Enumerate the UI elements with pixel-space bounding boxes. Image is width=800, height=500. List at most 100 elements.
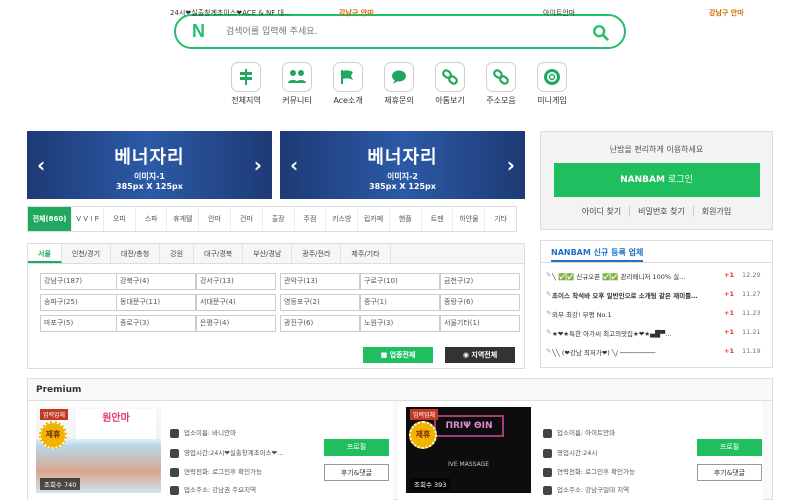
card-hours: 영업시간:24시❤실출창계초이스❤… [170,447,320,458]
quick-menu-addresses[interactable]: 주소모음 [476,62,526,106]
card-title[interactable]: 24시❤실출창계초이스❤ACE & NF 대… [170,8,338,18]
profile-button[interactable]: 프로필 [324,439,389,456]
region-cell[interactable]: 구로구(10) [360,273,440,290]
banner-1[interactable]: ‹ 베너자리 이미지-1 385px X 125px › [27,131,272,199]
tab-all[interactable]: 전체(860) [28,207,73,231]
card-title[interactable]: 아이트안마 [543,8,693,18]
view-count: 조회수 740 [40,478,81,490]
region-cell[interactable]: 중구(1) [360,294,440,311]
card-location: 강남구 안마 [339,9,374,17]
quick-menu-label: 커뮤니티 [282,96,312,105]
tab-white[interactable]: 하얀물 [453,207,486,231]
tab-vvip[interactable]: V V I P [72,207,104,231]
region-tab-gwangju[interactable]: 광주/전라 [292,244,342,263]
chevron-right-icon[interactable]: › [507,153,515,177]
tab-office[interactable]: 오피 [104,207,136,231]
region-tab-seoul[interactable]: 서울 [28,244,62,263]
region-cell[interactable]: 서대문구(4) [196,294,276,311]
region-cell[interactable]: 송파구(25) [40,294,120,311]
tab-hugetel[interactable]: 휴게텔 [167,207,200,231]
region-cell[interactable]: 관악구(13) [280,273,360,290]
banner-2[interactable]: ‹ 베너자리 이미지-2 385px X 125px › [280,131,525,199]
link-icon [435,62,465,92]
login-button[interactable]: NANBAM 로그인 [553,163,760,197]
find-password-link[interactable]: 비밀번호 찾기 [630,206,694,217]
tab-spa[interactable]: 스파 [136,207,168,231]
business-image[interactable]: ПRIΨ ΘIN IVE MASSAGE 업력업체 제휴 조회수 393 [406,407,531,493]
region-tab-daegu[interactable]: 대구/경북 [194,244,244,263]
review-button[interactable]: 후기&댓글 [697,464,762,481]
site-logo[interactable]: N [192,21,205,42]
address-text: 업소주소: 강남권 주요지역 [184,486,257,494]
tab-kissbang[interactable]: 키스방 [326,207,359,231]
chevron-left-icon[interactable]: ‹ [37,153,45,177]
region-cell[interactable]: 은평구(4) [196,315,276,332]
clock-icon [170,448,179,458]
quick-menu-community[interactable]: 커뮤니티 [272,62,322,106]
list-item[interactable]: ✎ 외부 최강! 부평 No.1 +1 11.23 [546,304,768,322]
region-tab-incheon[interactable]: 인천/경기 [62,244,112,263]
region-cell[interactable]: 광진구(6) [280,315,360,332]
business-image[interactable]: 원안마 업력업체 제휴 조회수 740 [36,407,161,493]
list-item[interactable]: ✎ ╲ ✅✅ 신규오픈 ✅✅ 관리매니저 100% 실… +1 12.29 [546,266,768,284]
find-id-link[interactable]: 아이디 찾기 [574,206,631,217]
tab-geonma[interactable]: 건마 [231,207,263,231]
region-tab-jeju[interactable]: 제주/기타 [341,244,391,263]
login-brand: NANBAM [620,175,665,185]
region-cell[interactable]: 강북구(4) [116,273,196,290]
profile-button[interactable]: 프로필 [697,439,762,456]
category-tabs: 전체(860) V V I P 오피 스파 휴게텔 안마 건마 출장 주점 키스… [27,206,517,232]
tab-chuljang[interactable]: 출장 [263,207,295,231]
signup-link[interactable]: 회원가입 [694,206,739,217]
banner-size: 385px X 125px [116,182,183,191]
review-button[interactable]: 후기&댓글 [324,464,389,481]
quick-menu-partnership[interactable]: 제휴문의 [374,62,424,106]
region-cell[interactable]: 종랑구(6) [440,294,520,311]
login-label: 로그인 [668,175,693,185]
tab-lipcafe[interactable]: 립카페 [358,207,390,231]
chevron-left-icon[interactable]: ‹ [290,153,298,177]
search-icon[interactable] [592,24,610,42]
tab-trans[interactable]: 트젠 [422,207,454,231]
list-item-date: 11.23 [742,309,761,317]
search-input[interactable] [226,24,566,40]
banner-size: 385px X 125px [369,182,436,191]
tab-handple[interactable]: 핸플 [390,207,422,231]
list-item-text: ╲ ✅✅ 신규오픈 ✅✅ 관리매니저 100% 실… [552,273,686,281]
quick-menu-all-region[interactable]: 전체지역 [221,62,271,106]
chevron-right-icon[interactable]: › [254,153,262,177]
all-business-label: 업종전체 [389,351,416,359]
list-item-text: 외부 최강! 부평 No.1 [552,311,612,319]
tab-anma[interactable]: 안마 [199,207,231,231]
list-item[interactable]: ✎ ★❤★특한 아가씨 최고의맛집★❤★▄█▀… +1 11.21 [546,323,768,341]
quick-menu-label: 전체지역 [231,96,261,105]
list-item[interactable]: ✎ 초이스 착석바 오후 일반인으로 소개팅 같은 재미를… +1 11.27 [546,285,768,303]
region-cell[interactable]: 노원구(3) [360,315,440,332]
list-item[interactable]: ✎ ╲╲ (❤강남 최저가❤) ╲/ ───────── +1 11.19 [546,342,768,360]
region-cell[interactable]: 영등포구(2) [280,294,360,311]
all-business-button[interactable]: ■ 업종전체 [363,347,433,363]
tab-etc[interactable]: 기타 [485,207,516,231]
quick-menu-ace-intro[interactable]: Ace소개 [323,62,373,106]
comment-count: +1 [724,309,734,317]
region-cell[interactable]: 동대문구(11) [116,294,196,311]
comment-count: +1 [724,347,734,355]
region-cell[interactable]: 강서구(13) [196,273,276,290]
quick-menu-minigame[interactable]: 미니게임 [527,62,577,106]
region-cell[interactable]: 강남구(187) [40,273,120,290]
region-cell[interactable]: 종로구(3) [116,315,196,332]
shop-name-text: 업소이름: 바니안마 [184,429,237,437]
region-cell[interactable]: 마포구(5) [40,315,120,332]
search-bar[interactable]: N [174,14,626,49]
region-cell[interactable]: 서울기타(1) [440,315,520,332]
region-tab-gangwon[interactable]: 강원 [160,244,195,263]
region-cell[interactable]: 금천구(2) [440,273,520,290]
region-tab-busan[interactable]: 부산/경남 [243,244,293,263]
all-region-label: 지역전체 [471,351,498,359]
all-region-button[interactable]: ◉ 지역전체 [445,347,515,363]
region-tab-daejeon[interactable]: 대전/충청 [111,244,161,263]
list-item-date: 11.21 [742,328,761,336]
quick-menu-label: 아톰보기 [435,96,465,105]
tab-pub[interactable]: 주점 [295,207,327,231]
quick-menu-atom[interactable]: 아톰보기 [425,62,475,106]
